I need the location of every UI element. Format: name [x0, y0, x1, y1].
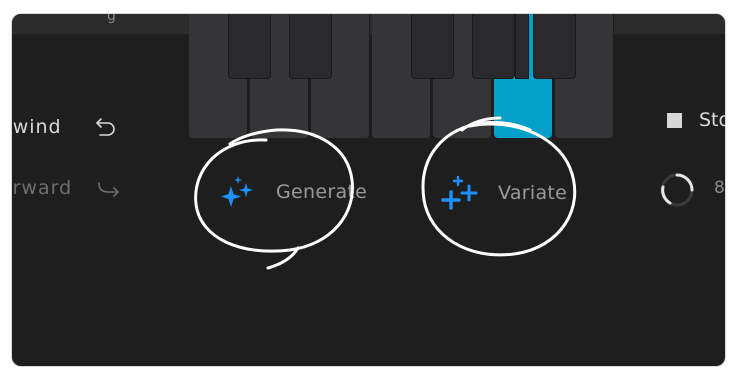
piano-black-key[interactable] [472, 14, 515, 79]
spinner-value: 8 [714, 178, 725, 198]
top-strip-text: g [107, 14, 116, 24]
rewind-label[interactable]: ewind [12, 116, 62, 138]
piano-black-key[interactable] [289, 14, 332, 79]
forward-label[interactable]: orward [12, 177, 72, 199]
hook-right-arrow-icon[interactable] [96, 180, 122, 200]
sparkles-icon [221, 176, 253, 207]
variate-button[interactable]: Variate [441, 174, 567, 212]
piano-black-key-gap [515, 14, 529, 79]
generate-label: Generate [276, 181, 368, 203]
undo-arrow-icon[interactable] [93, 113, 119, 139]
stop-label: Sto [699, 109, 725, 131]
stop-icon [667, 112, 682, 128]
progress-spinner-icon [660, 173, 694, 207]
plus-sparkles-icon [441, 175, 478, 210]
piano-black-key[interactable] [533, 14, 576, 79]
piano-black-key[interactable] [228, 14, 271, 79]
stop-button[interactable]: Sto [667, 109, 725, 131]
app-window: g ewind orward Generate [12, 14, 725, 366]
generate-button[interactable]: Generate [219, 174, 367, 210]
variate-label: Variate [498, 182, 568, 204]
piano-keyboard[interactable] [189, 14, 615, 138]
piano-black-key[interactable] [411, 14, 454, 79]
